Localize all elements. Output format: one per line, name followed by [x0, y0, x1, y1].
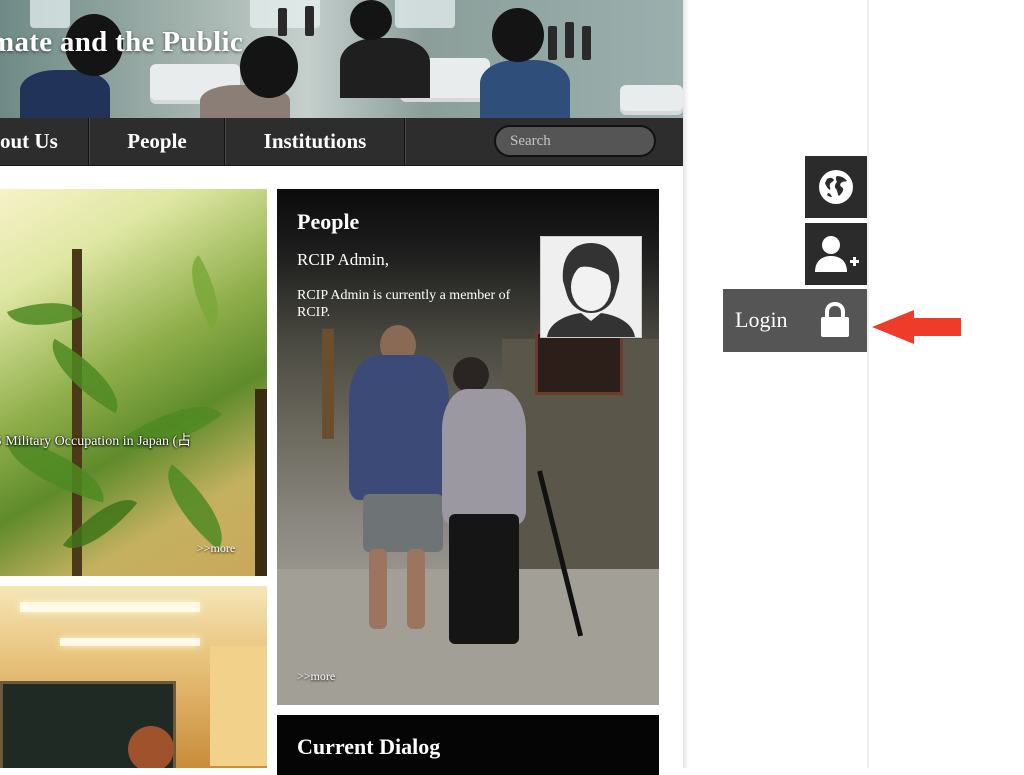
worker-head	[240, 36, 298, 98]
register-button[interactable]	[805, 223, 867, 285]
person-shirt	[442, 389, 526, 524]
user-silhouette-icon	[547, 243, 635, 337]
globe-icon	[819, 170, 853, 204]
student-head	[128, 726, 174, 768]
worker-figure	[20, 70, 110, 118]
worker-head	[492, 8, 544, 62]
nav-divider	[404, 118, 406, 165]
house-window	[535, 331, 623, 395]
worker-figure	[340, 38, 430, 98]
nav-item-about-us[interactable]: out Us	[0, 118, 88, 165]
leaf	[118, 383, 222, 473]
wall-poster	[210, 646, 267, 766]
leaf	[176, 255, 234, 329]
more-link[interactable]: >>more	[297, 669, 335, 684]
banner-lamp	[30, 0, 70, 28]
search-input[interactable]	[494, 125, 656, 157]
member-description: RCIP Admin is currently a member of RCIP…	[297, 288, 511, 320]
people-tile-title: People	[297, 209, 360, 234]
login-label: Login	[735, 307, 788, 332]
feature-tile-classroom[interactable]	[0, 586, 267, 768]
banner-lamp	[395, 0, 455, 28]
current-dialog-title: Current Dialog	[297, 734, 441, 759]
leaf	[148, 464, 242, 550]
current-dialog-tile[interactable]: Current Dialog	[277, 715, 659, 775]
post	[322, 329, 334, 439]
person-shorts	[363, 494, 443, 552]
banner-spool	[565, 22, 574, 58]
banner-spool	[278, 8, 287, 36]
red-arrow-annotation	[872, 310, 961, 344]
sewing-machine	[620, 85, 683, 115]
page-edge-shadow	[683, 0, 689, 768]
leaf	[37, 338, 133, 414]
add-user-icon	[815, 236, 859, 272]
tile-caption: S Military Occupation in Japan (占	[0, 434, 192, 449]
member-name[interactable]: RCIP Admin,	[297, 250, 389, 270]
site-title: mate and the Public	[0, 26, 244, 58]
ceiling-light	[20, 602, 200, 612]
nav-item-institutions[interactable]: Institutions	[226, 118, 404, 165]
nav-item-people[interactable]: People	[90, 118, 224, 165]
person-leg	[407, 549, 425, 629]
lock-icon	[821, 302, 849, 337]
person-shirt	[349, 355, 449, 500]
language-button[interactable]	[805, 156, 867, 218]
tree-trunk	[255, 389, 267, 576]
people-tile[interactable]: People RCIP Admin, RCIP Admin is current…	[277, 189, 659, 705]
worker-head	[350, 0, 392, 40]
banner-spool	[582, 26, 591, 60]
person-trousers	[449, 514, 519, 644]
avatar[interactable]	[540, 236, 642, 338]
right-divider	[867, 0, 869, 768]
ceiling-light	[60, 638, 200, 646]
worker-figure	[480, 60, 570, 118]
person-head	[453, 357, 489, 393]
banner-spool	[305, 6, 314, 36]
more-link[interactable]: >>more	[197, 541, 235, 556]
header-banner: mate and the Public	[0, 0, 683, 118]
feature-tile-occupation[interactable]: S Military Occupation in Japan (占 >>more	[0, 189, 267, 576]
banner-spool	[548, 26, 557, 60]
main-nav: out Us People Institutions	[0, 118, 683, 166]
person-leg	[369, 549, 387, 629]
login-button[interactable]: Login	[723, 289, 867, 352]
